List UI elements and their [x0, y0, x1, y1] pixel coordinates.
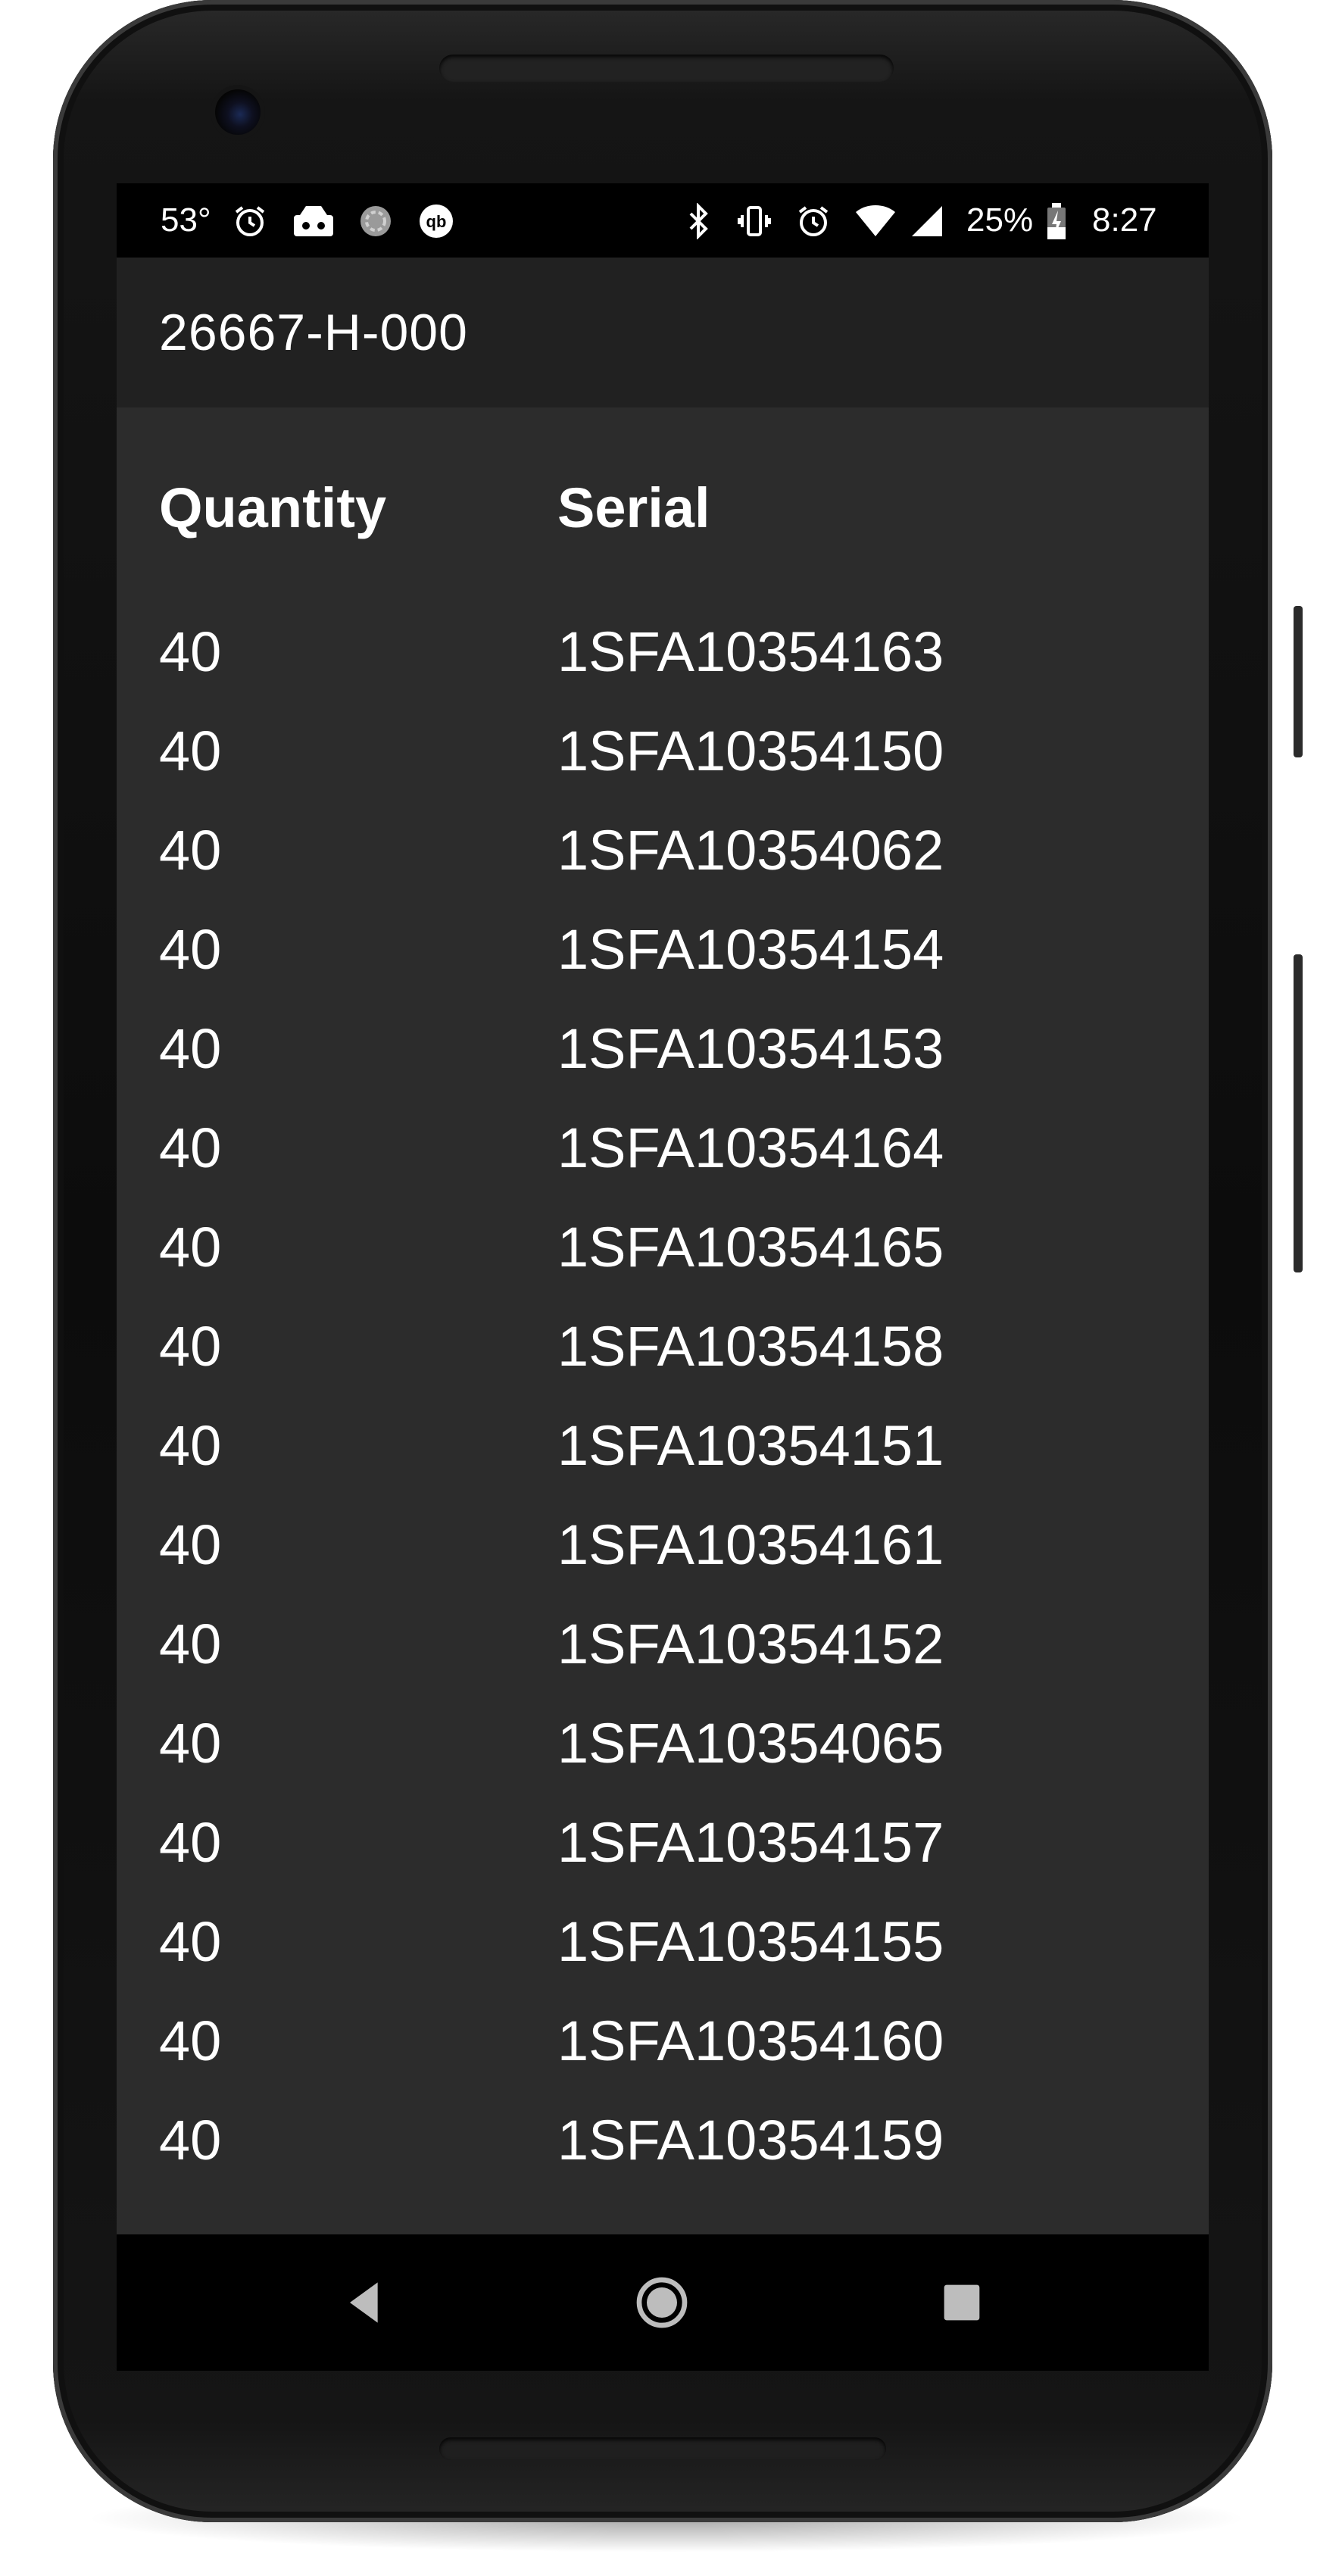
- quantity-cell: 40: [159, 1613, 222, 1675]
- quantity-cell: 40: [159, 1216, 222, 1279]
- serial-cell: 1SFA10354159: [557, 2109, 944, 2172]
- serial-cell: 1SFA10354161: [557, 1513, 944, 1576]
- status-bar: 53° qb 25% 8:27: [117, 183, 1209, 258]
- serial-cell: 1SFA10354165: [557, 1216, 944, 1279]
- quantity-cell: 40: [159, 1116, 222, 1179]
- navigation-bar: [117, 2234, 1209, 2371]
- serial-cell: 1SFA10354154: [557, 918, 944, 981]
- table-row[interactable]: 40 1SFA10354151: [117, 1397, 1209, 1496]
- clock: 8:27: [1092, 201, 1157, 239]
- serial-cell: 1SFA10354150: [557, 720, 944, 782]
- quantity-cell: 40: [159, 2109, 222, 2172]
- table-row[interactable]: 40 1SFA10354062: [117, 801, 1209, 901]
- serial-cell: 1SFA10354062: [557, 819, 944, 882]
- battery-charging-icon: [1047, 203, 1066, 239]
- serial-cell: 1SFA10354155: [557, 1910, 944, 1973]
- quantity-cell: 40: [159, 918, 222, 981]
- quantity-cell: 40: [159, 2009, 222, 2072]
- game-icon: [294, 206, 333, 236]
- power-button: [1294, 606, 1303, 757]
- signal-icon: [912, 206, 942, 236]
- quantity-cell: 40: [159, 1414, 222, 1477]
- temperature: 53°: [161, 201, 211, 239]
- quantity-cell: 40: [159, 1513, 222, 1576]
- quantity-cell: 40: [159, 819, 222, 882]
- table-row[interactable]: 40 1SFA10354160: [117, 1992, 1209, 2091]
- quantity-cell: 40: [159, 1712, 222, 1775]
- serial-cell: 1SFA10354158: [557, 1315, 944, 1378]
- serial-cell: 1SFA10354153: [557, 1017, 944, 1080]
- recents-icon[interactable]: [932, 2272, 992, 2333]
- serial-cell: 1SFA10354151: [557, 1414, 944, 1477]
- table-row[interactable]: 40 1SFA10354065: [117, 1694, 1209, 1794]
- serial-table: Quantity Serial 40 1SFA10354163 40 1SFA1…: [117, 407, 1209, 2233]
- bottom-speaker: [439, 2437, 886, 2460]
- battery-percent: 25%: [966, 201, 1034, 239]
- table-row[interactable]: 40 1SFA10354165: [117, 1198, 1209, 1297]
- table-row[interactable]: 40 1SFA10354161: [117, 1496, 1209, 1595]
- quantity-cell: 40: [159, 720, 222, 782]
- table-row[interactable]: 40 1SFA10354163: [117, 603, 1209, 702]
- serial-cell: 1SFA10354160: [557, 2009, 944, 2072]
- home-icon[interactable]: [632, 2272, 692, 2333]
- volume-button: [1294, 954, 1303, 1272]
- serial-cell: 1SFA10354152: [557, 1613, 944, 1675]
- table-row[interactable]: 40 1SFA10354158: [117, 1297, 1209, 1397]
- vibrate-icon: [738, 206, 771, 236]
- front-camera: [215, 89, 261, 135]
- svg-text:qb: qb: [426, 212, 447, 231]
- alarm-icon-right: [798, 206, 829, 236]
- table-row[interactable]: 40 1SFA10354164: [117, 1099, 1209, 1198]
- quantity-cell: 40: [159, 1811, 222, 1874]
- serial-cell: 1SFA10354157: [557, 1811, 944, 1874]
- quantity-cell: 40: [159, 620, 222, 683]
- earpiece-speaker: [439, 55, 894, 82]
- serial-cell: 1SFA10354065: [557, 1712, 944, 1775]
- bluetooth-icon: [689, 203, 708, 239]
- app-bar: 26667-H-000: [117, 258, 1209, 407]
- table-row[interactable]: 40 1SFA10354157: [117, 1794, 1209, 1893]
- quantity-cell: 40: [159, 1910, 222, 1973]
- page-title: 26667-H-000: [159, 304, 468, 361]
- quantity-cell: 40: [159, 1315, 222, 1378]
- back-icon[interactable]: [335, 2272, 395, 2333]
- serial-cell: 1SFA10354164: [557, 1116, 944, 1179]
- quickbooks-icon: qb: [420, 205, 453, 238]
- table-row[interactable]: 40 1SFA10354152: [117, 1595, 1209, 1694]
- column-header-quantity: Quantity: [159, 476, 387, 539]
- table-row[interactable]: 40 1SFA10354153: [117, 1000, 1209, 1099]
- wifi-icon: [856, 205, 895, 236]
- serial-cell: 1SFA10354163: [557, 620, 944, 683]
- device-mockup: 53° qb 25% 8:27 26667-H-000 Quantity Ser…: [0, 0, 1342, 2576]
- table-row[interactable]: 40 1SFA10354154: [117, 901, 1209, 1000]
- column-header-serial: Serial: [557, 476, 710, 539]
- table-row[interactable]: 40 1SFA10354155: [117, 1893, 1209, 1992]
- sync-icon: [360, 206, 391, 236]
- phone-screen: 53° qb 25% 8:27 26667-H-000 Quantity Ser…: [117, 183, 1209, 2371]
- quantity-cell: 40: [159, 1017, 222, 1080]
- alarm-icon: [235, 206, 265, 236]
- table-row[interactable]: 40 1SFA10354150: [117, 702, 1209, 801]
- table-row[interactable]: 40 1SFA10354159: [117, 2091, 1209, 2190]
